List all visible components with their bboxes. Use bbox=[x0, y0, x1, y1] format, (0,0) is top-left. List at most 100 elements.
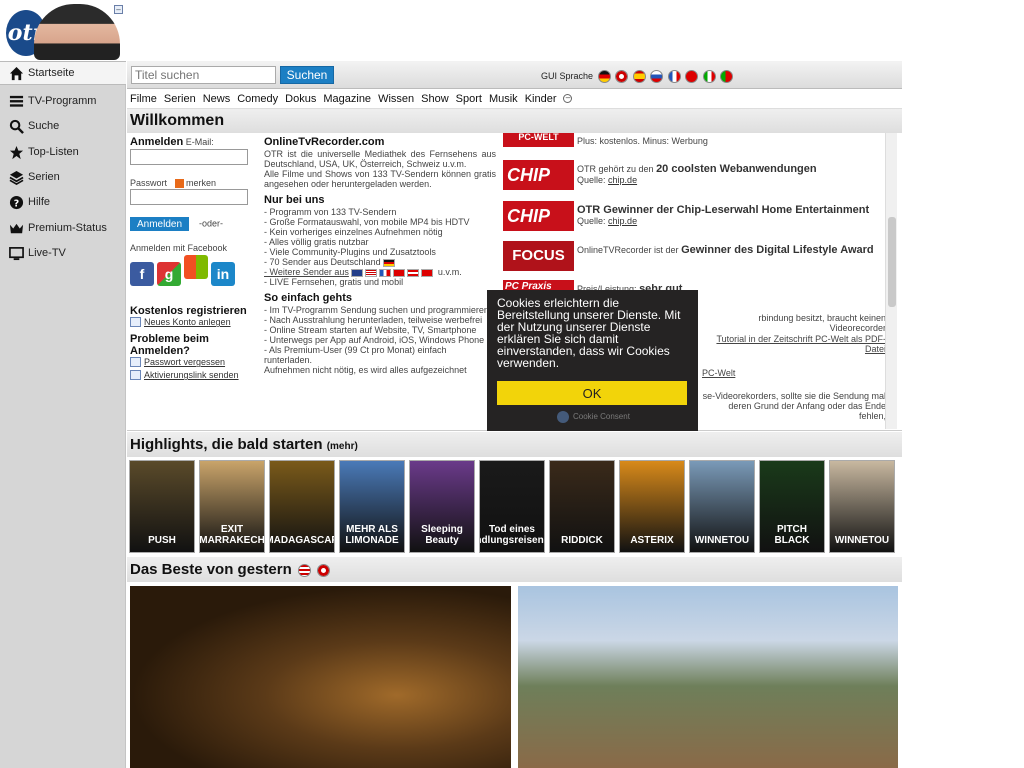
press-logo-pcwelt: PC-WELT bbox=[503, 133, 574, 147]
cookie-consent-brand[interactable]: Cookie Consent bbox=[557, 411, 630, 423]
activation-link[interactable]: Aktivierungslink senden bbox=[130, 370, 252, 381]
or-label: -oder- bbox=[199, 218, 224, 229]
press-text: OTR gehört zu den 20 coolsten Webanwendu… bbox=[577, 163, 817, 185]
category-show[interactable]: Show bbox=[421, 93, 449, 105]
login-button[interactable]: Anmelden bbox=[130, 217, 189, 232]
forgot-password-link[interactable]: Passwort vergessen bbox=[130, 357, 252, 368]
only-item: - Programm von 133 TV-Sendern bbox=[264, 207, 397, 217]
sidebar-item-tv-programm[interactable]: TV-Programm bbox=[0, 89, 126, 113]
problems-heading: Probleme beim Anmelden? bbox=[130, 333, 209, 358]
category-filme[interactable]: Filme bbox=[130, 93, 157, 105]
poster-title: Sleeping Beauty bbox=[421, 524, 463, 546]
flag-fr-icon bbox=[379, 268, 392, 277]
sidebar-item-live-tv[interactable]: Live-TV bbox=[0, 241, 126, 265]
sidebar-item-hilfe[interactable]: ? Hilfe bbox=[0, 190, 126, 214]
highlight-poster[interactable]: WINNETOU bbox=[829, 460, 895, 553]
flag-ch-icon bbox=[393, 268, 406, 277]
category-wissen[interactable]: Wissen bbox=[378, 93, 414, 105]
facebook-icon[interactable]: f bbox=[130, 262, 154, 287]
featured-image-left[interactable] bbox=[130, 586, 511, 768]
cookie-ok-button[interactable]: OK bbox=[497, 381, 687, 405]
login-heading: Anmelden bbox=[130, 136, 184, 148]
easy-item: Aufnehmen nicht nötig, es wird alles auf… bbox=[264, 365, 467, 375]
only-item: - Große Formatauswahl, von mobile MP4 bi… bbox=[264, 217, 470, 227]
refresh-icon bbox=[130, 370, 141, 381]
sidebar-item-startseite[interactable]: Startseite bbox=[0, 61, 126, 85]
source-link[interactable]: chip.de bbox=[608, 175, 637, 185]
cookie-banner: Cookies erleichtern die Bereitstellung u… bbox=[487, 290, 698, 431]
sidebar-item-label: Premium-Status bbox=[28, 222, 107, 234]
password-field[interactable] bbox=[130, 189, 248, 206]
highlight-poster[interactable]: PITCH BLACK bbox=[759, 460, 825, 553]
flag-it-icon[interactable] bbox=[702, 70, 716, 83]
flag-ru-icon[interactable] bbox=[650, 70, 664, 83]
help-icon: ? bbox=[9, 195, 24, 209]
more-link[interactable]: (mehr) bbox=[327, 441, 358, 452]
email-field[interactable] bbox=[130, 149, 248, 165]
mascot-image bbox=[34, 4, 120, 60]
category-magazine[interactable]: Magazine bbox=[323, 93, 371, 105]
flag-tr-icon[interactable] bbox=[685, 70, 699, 83]
highlight-poster[interactable]: EXIT MARRAKECH bbox=[199, 460, 265, 553]
key-icon bbox=[130, 357, 141, 368]
search-button[interactable]: Suchen bbox=[280, 66, 334, 84]
highlight-poster[interactable]: RIDDICK bbox=[549, 460, 615, 553]
press-logo-chip: CHIP bbox=[503, 201, 574, 231]
poster-title: MEHR ALS LIMONADE bbox=[345, 524, 399, 546]
remember-checkbox[interactable] bbox=[174, 179, 184, 189]
category-news[interactable]: News bbox=[203, 93, 231, 105]
cookie-consent-icon bbox=[557, 411, 569, 423]
flag-pt-icon[interactable] bbox=[720, 70, 734, 83]
sidebar-item-top-listen[interactable]: Top-Listen bbox=[0, 140, 126, 164]
layers-icon bbox=[9, 170, 24, 185]
easy-item: - Als Premium-User (99 Ct pro Monat) ein… bbox=[264, 345, 447, 365]
press-fragment[interactable]: PC-Welt bbox=[702, 368, 735, 378]
flag-de-icon[interactable] bbox=[597, 70, 611, 83]
category-kinder[interactable]: Kinder bbox=[525, 93, 557, 105]
windows-icon[interactable] bbox=[184, 255, 208, 280]
flag-gb-icon[interactable] bbox=[615, 70, 629, 83]
sidebar-item-premium-status[interactable]: Premium-Status bbox=[0, 216, 126, 240]
google-icon[interactable]: g bbox=[157, 262, 181, 287]
highlight-poster[interactable]: Tod eines Handlungsreisenden bbox=[479, 460, 545, 553]
only-item: - Alles völlig gratis nutzbar bbox=[264, 237, 369, 247]
flag-es-icon[interactable] bbox=[632, 70, 646, 83]
highlight-poster[interactable]: MADAGASCAR bbox=[269, 460, 335, 553]
highlight-poster[interactable]: MEHR ALS LIMONADE bbox=[339, 460, 405, 553]
minimize-icon[interactable]: – bbox=[114, 5, 123, 14]
press-item: FOCUS OnlineTVRecorder ist der Gewinner … bbox=[503, 241, 886, 277]
category-sport[interactable]: Sport bbox=[456, 93, 482, 105]
highlight-poster[interactable]: Sleeping Beauty bbox=[409, 460, 475, 553]
sidebar-item-suche[interactable]: Suche bbox=[0, 114, 126, 138]
scrollbar-thumb[interactable] bbox=[888, 217, 896, 307]
flag-us-icon bbox=[365, 268, 378, 277]
highlight-poster[interactable]: WINNETOU bbox=[689, 460, 755, 553]
site-logo-area[interactable]: otr bbox=[0, 0, 124, 60]
flag-gb-icon[interactable] bbox=[317, 563, 331, 577]
only-item: - Kein vorheriges einzelnes Aufnehmen nö… bbox=[264, 227, 443, 237]
highlight-poster[interactable]: PUSH bbox=[129, 460, 195, 553]
press-logo-chip: CHIP bbox=[503, 160, 574, 190]
category-serien[interactable]: Serien bbox=[164, 93, 196, 105]
press-logo-focus: FOCUS bbox=[503, 241, 574, 271]
search-input[interactable] bbox=[131, 66, 276, 84]
press-fragment[interactable]: Tutorial in der Zeitschrift PC-Welt als … bbox=[702, 334, 886, 354]
poster-title: WINNETOU bbox=[834, 535, 890, 546]
sidebar-item-serien[interactable]: Serien bbox=[0, 165, 126, 189]
register-link[interactable]: Neues Konto anlegen bbox=[130, 317, 252, 328]
category-musik[interactable]: Musik bbox=[489, 93, 518, 105]
flag-fr-icon[interactable] bbox=[667, 70, 681, 83]
info-intro-1: OTR ist die universelle Mediathek des Fe… bbox=[264, 149, 496, 169]
more-categories-icon[interactable]: – bbox=[563, 94, 573, 103]
new-account-icon bbox=[130, 317, 141, 328]
category-comedy[interactable]: Comedy bbox=[237, 93, 278, 105]
flag-us-icon[interactable] bbox=[297, 563, 311, 577]
source-link[interactable]: chip.de bbox=[608, 216, 637, 226]
category-dokus[interactable]: Dokus bbox=[285, 93, 316, 105]
facebook-login-label: Anmelden mit Facebook bbox=[130, 243, 228, 254]
highlight-poster[interactable]: ASTERIX bbox=[619, 460, 685, 553]
press-text: OTR Gewinner der Chip-Leserwahl Home Ent… bbox=[577, 204, 870, 226]
linkedin-icon[interactable]: in bbox=[211, 262, 235, 287]
press-scrollbar[interactable] bbox=[885, 133, 897, 429]
featured-image-right[interactable] bbox=[518, 586, 898, 768]
